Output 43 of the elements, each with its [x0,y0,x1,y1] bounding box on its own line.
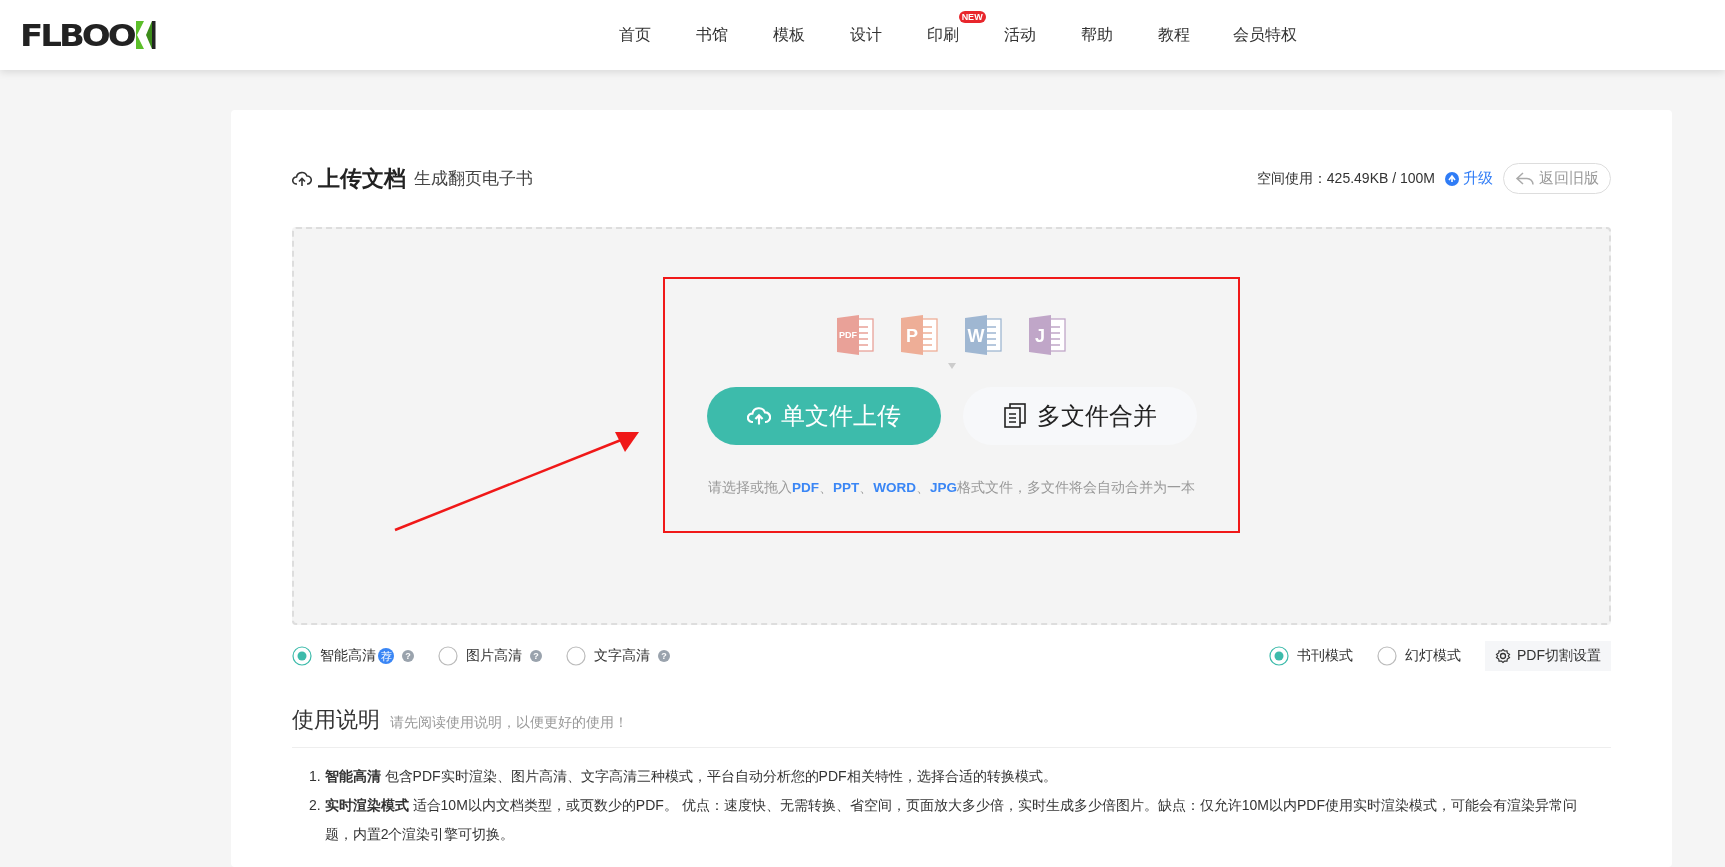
radio-button[interactable] [438,646,458,666]
logo-text: FLBOO [20,17,134,53]
cloud-upload-icon [746,406,771,426]
guide-item: 智能高清 包含PDF实时渲染、图片高清、文字高清三种模式，平台自动分析您的PDF相关特性，选择合适的转换模式。 [324,767,1057,786]
settings-icon [1495,648,1511,664]
radio-button[interactable] [292,646,312,666]
radio-label: 幻灯模式 [1405,647,1461,665]
page-title: 上传文档 [318,164,406,193]
storage-usage: 空间使用：425.49KB / 100M [1256,169,1435,188]
guide-subtitle: 请先阅读使用说明，以便更好的使用！ [390,714,628,732]
radio-label: 书刊模式 [1297,647,1353,665]
nav-link[interactable]: 教程 [1135,24,1213,46]
multi-file-merge-button[interactable]: 多文件合并 [962,387,1197,445]
new-badge: NEW [958,10,986,23]
radio-button[interactable] [1269,646,1289,666]
cloud-upload-icon [292,170,312,187]
radio-label: 文字高清 [594,647,650,665]
list-number: 2. [309,796,321,815]
upload-hint: 请选择或拖入PDF、PPT、WORD、JPG格式文件，多文件将会自动合并为一本 [708,479,1195,497]
list-number: 1. [309,767,321,786]
radio-button[interactable] [566,646,586,666]
documents-icon [1002,403,1027,429]
upgrade-link[interactable]: 升级 [1435,169,1503,188]
nav-link[interactable]: 会员特权 [1212,24,1317,46]
nav-link[interactable]: 活动 [981,24,1059,46]
page-subtitle: 生成翻页电子书 [414,168,533,190]
recommend-badge: 荐 [378,648,394,664]
caret-icon [947,363,956,369]
guide-title: 使用说明 [292,706,380,734]
pdf-split-settings-button[interactable]: PDF切割设置 [1485,641,1611,671]
nav-link[interactable]: 设计 [827,24,905,46]
nav-link[interactable]: 书馆 [673,24,751,46]
guide-item: 实时渲染模式 适合10M以内文档类型，或页数少的PDF。 优点：速度快、无需转换、省空间，页面放大多少倍，实时生成多少倍图片。缺点：仅允许10M以内PDF使用实时渲染模式，可能会有渲染异常问题，内置2个渲染引擎可切换。 [324,796,1578,844]
radio-label: 图片高清 [466,647,522,665]
return-arrow-icon [1515,170,1535,187]
nav-link[interactable]: 模板 [750,24,828,46]
nav-link[interactable]: 首页 [596,24,674,46]
nav-link[interactable]: 帮助 [1058,24,1136,46]
logo-mark-icon [133,18,156,52]
radio-label: 智能高清 [320,647,376,665]
radio-button[interactable] [1377,646,1397,666]
drop-zone[interactable]: PDF P W J 单文件上传 多文件合并 请选择或拖入PDF、PPT、WORD、JPG格式文件，多文件将会自动合并为一本 [292,227,1611,625]
upgrade-icon [1445,171,1459,186]
